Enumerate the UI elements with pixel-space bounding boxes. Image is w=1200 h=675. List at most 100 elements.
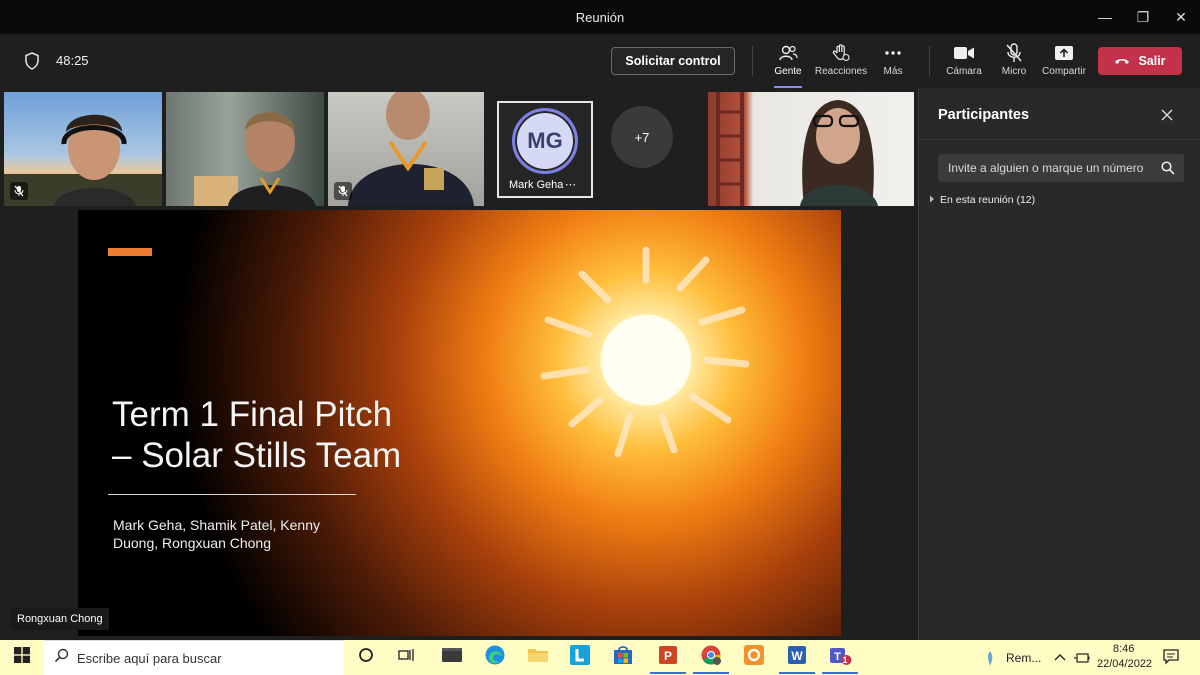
mic-off-icon	[10, 182, 28, 200]
participant-video-image	[716, 92, 878, 206]
clock-time[interactable]: 8:46	[1113, 643, 1134, 655]
participant-avatar-tile[interactable]: MG Mark Geha ⋯	[497, 101, 593, 198]
taskbar-app-word[interactable]: W	[779, 644, 815, 674]
participant-name: Mark Geha	[509, 179, 564, 191]
windows-start-button[interactable]	[0, 640, 44, 675]
orange-app-icon	[743, 644, 765, 671]
l-app-icon	[569, 644, 591, 671]
battery-icon[interactable]	[1074, 651, 1090, 669]
minimize-icon[interactable]: —	[1086, 0, 1124, 34]
meeting-toolbar: 48:25 Solicitar control Gente Reacciones…	[0, 34, 1200, 88]
meeting-timer: 48:25	[56, 53, 89, 68]
store-bag-icon	[612, 645, 634, 670]
taskbar-app-terminal[interactable]	[438, 644, 466, 671]
people-icon	[778, 42, 798, 64]
in-meeting-section-toggle[interactable]: En esta reunión (12)	[929, 194, 1035, 206]
chevron-up-icon[interactable]	[1054, 649, 1066, 667]
taskbar-app-teams[interactable]: T 1	[822, 644, 858, 674]
word-icon: W	[786, 644, 808, 671]
invite-search-box	[938, 154, 1184, 182]
leave-label: Salir	[1138, 54, 1166, 68]
close-icon[interactable]: ✕	[1162, 0, 1200, 34]
taskbar-app-l[interactable]	[566, 644, 594, 671]
task-view-button[interactable]	[393, 644, 421, 671]
taskbar-app-powerpoint[interactable]: P	[650, 644, 686, 674]
cortana-circle-icon	[358, 647, 374, 668]
slide-title-line: Term 1 Final Pitch	[112, 395, 393, 434]
windows-taskbar: P W T 1 Rem... 8:46 22/04/2022	[0, 640, 1200, 675]
people-label: Gente	[774, 66, 802, 77]
participant-video-tile[interactable]	[4, 92, 162, 206]
toolbar-divider	[929, 46, 930, 76]
search-icon	[54, 648, 69, 668]
participants-panel: Participantes En esta reunión (12)	[918, 88, 1200, 640]
people-button[interactable]: Gente	[758, 42, 818, 88]
participant-video-image	[194, 112, 316, 206]
terminal-app-icon	[441, 646, 463, 669]
panel-title: Participantes	[938, 107, 1030, 123]
camera-icon	[953, 42, 975, 64]
folder-icon	[527, 646, 549, 669]
toolbar-divider	[752, 46, 753, 76]
camera-label: Cámara	[946, 66, 982, 77]
taskbar-app-orange[interactable]	[740, 644, 768, 671]
leave-button[interactable]: Salir	[1098, 47, 1182, 75]
reaction-hand-icon	[831, 42, 851, 64]
shield-icon[interactable]	[24, 52, 40, 75]
request-control-button[interactable]: Solicitar control	[611, 47, 735, 75]
task-view-icon	[398, 648, 416, 667]
meeting-stage: MG Mark Geha ⋯ +7 Term 1 Final Pitch – S…	[0, 88, 918, 640]
slide-subtitle: Mark Geha, Shamik Patel, Kenny Duong, Ro…	[113, 517, 320, 551]
teams-notification-badge: 1	[842, 655, 848, 665]
presenter-name-tag: Rongxuan Chong	[11, 608, 109, 630]
chevron-right-icon	[929, 194, 935, 206]
slide-title: Term 1 Final Pitch – Solar Stills Team	[112, 394, 401, 476]
feather-app-icon[interactable]	[984, 649, 996, 672]
participant-video-tile[interactable]	[166, 92, 324, 206]
panel-divider	[919, 139, 1200, 140]
windows-logo-icon	[14, 647, 30, 668]
svg-text:P: P	[664, 649, 672, 663]
more-button[interactable]: Más	[863, 42, 923, 82]
taskbar-app-edge[interactable]	[481, 644, 509, 671]
taskbar-search-input[interactable]	[77, 650, 327, 666]
share-tray-icon	[1054, 42, 1074, 64]
slide-accent-bar	[108, 248, 152, 256]
mic-off-icon	[334, 182, 352, 200]
taskbar-search-box	[44, 640, 344, 675]
reactions-label: Reacciones	[814, 66, 868, 77]
cortana-button[interactable]	[352, 644, 380, 671]
edge-browser-icon	[484, 644, 506, 671]
slide-divider	[108, 494, 356, 495]
share-button[interactable]: Compartir	[1034, 42, 1094, 82]
taskbar-app-store[interactable]	[609, 644, 637, 671]
more-options-icon[interactable]: ⋯	[565, 178, 577, 191]
taskbar-app-file-explorer[interactable]	[524, 644, 552, 671]
clock-date[interactable]: 22/04/2022	[1097, 658, 1152, 670]
in-meeting-label: En esta reunión (12)	[940, 194, 1036, 206]
svg-text:W: W	[791, 649, 803, 663]
reactions-button[interactable]: Reacciones	[811, 42, 871, 82]
slide-title-line: – Solar Stills Team	[112, 436, 402, 475]
window-title: Reunión	[575, 9, 625, 25]
chrome-icon	[700, 644, 722, 671]
search-icon[interactable]	[1161, 161, 1175, 180]
notification-center-icon[interactable]	[1163, 649, 1179, 670]
mic-muted-icon	[1005, 42, 1023, 64]
avatar: MG	[512, 108, 578, 174]
close-icon[interactable]	[1160, 108, 1174, 127]
participant-video-tile[interactable]	[708, 92, 914, 206]
participant-video-tile[interactable]	[328, 92, 484, 206]
more-participants-button[interactable]: +7	[611, 106, 673, 168]
invite-input[interactable]	[948, 154, 1158, 182]
tray-app-label[interactable]: Rem...	[1006, 651, 1041, 665]
taskbar-app-chrome[interactable]	[693, 644, 729, 674]
more-label: Más	[883, 66, 903, 77]
powerpoint-icon: P	[657, 644, 679, 671]
shared-presentation-slide: Term 1 Final Pitch – Solar Stills Team M…	[78, 210, 841, 636]
window-title-bar: Reunión — ❐ ✕	[0, 0, 1200, 34]
more-dots-icon	[884, 42, 902, 64]
restore-icon[interactable]: ❐	[1124, 0, 1162, 34]
share-label: Compartir	[1042, 66, 1086, 77]
hang-up-icon	[1114, 54, 1130, 68]
